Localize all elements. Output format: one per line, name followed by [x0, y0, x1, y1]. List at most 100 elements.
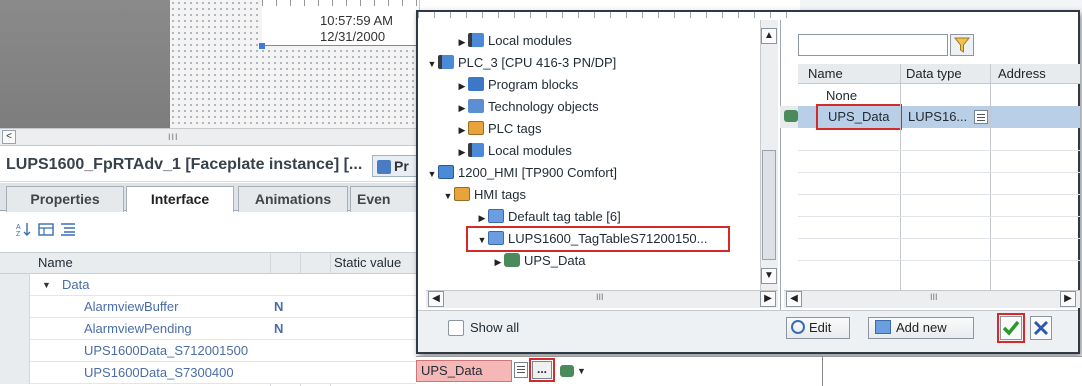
scroll-right-button[interactable]: ▶ [1060, 291, 1076, 307]
show-all-label[interactable]: Show all [470, 318, 519, 338]
tree-item-default-tag-table[interactable]: ▶ Default tag table [6] [476, 206, 621, 228]
show-all-checkbox[interactable] [448, 320, 464, 336]
table-row[interactable]: AlarmviewPending N [0, 318, 420, 340]
tag-field[interactable]: UPS_Data [416, 360, 512, 382]
table-row-label: AlarmviewPending [84, 321, 192, 336]
faceplate-title: LUPS1600_FpRTAdv_1 [Faceplate instance] … [0, 148, 420, 182]
collapse-arrow-icon[interactable]: ▼ [42, 274, 51, 296]
technology-icon [468, 99, 484, 113]
filter-button[interactable] [950, 34, 974, 56]
plc-tags-icon [468, 121, 484, 135]
scroll-grip[interactable]: III [168, 132, 179, 142]
variable-dropdown[interactable]: ▼ [560, 363, 588, 379]
tree-item-plc3[interactable]: ▼ PLC_3 [CPU 416-3 PN/DP] [426, 52, 616, 74]
scroll-thumb[interactable] [762, 150, 776, 260]
tree-item-label: Technology objects [488, 99, 599, 114]
tab-events[interactable]: Even [350, 186, 420, 212]
expand-arrow-icon[interactable]: ▶ [492, 251, 504, 273]
sort-icon[interactable]: A Z [16, 222, 32, 236]
confirm-button[interactable] [1000, 316, 1022, 340]
scroll-left-button[interactable]: ◀ [786, 291, 802, 307]
collapse-arrow-icon[interactable]: ▼ [426, 53, 438, 75]
tree-item-hmi-tags[interactable]: ▼ HMI tags [442, 184, 526, 206]
table-row[interactable]: UPS1600Data_S712001500 [0, 340, 420, 362]
edit-icon [791, 320, 805, 334]
tag-table-icon [488, 209, 504, 223]
tree-item-label: Program blocks [488, 77, 579, 92]
cancel-button[interactable] [1030, 316, 1052, 340]
scroll-grip[interactable]: III [930, 292, 938, 302]
clock-time: 10:57:59 AM [320, 13, 393, 28]
tab-animations[interactable]: Animations [238, 186, 348, 212]
tree-item-plc-tags[interactable]: ▶ PLC tags [456, 118, 541, 140]
table-row-label: AlarmviewBuffer [84, 299, 179, 314]
pane-divider[interactable] [780, 20, 781, 310]
tab-properties[interactable]: Properties [6, 186, 124, 212]
canvas-horizontal-scrollbar[interactable] [0, 128, 420, 146]
selection-handle[interactable] [259, 43, 265, 49]
expand-arrow-icon[interactable]: ▶ [456, 119, 468, 141]
tree-item-label: Default tag table [6] [508, 209, 621, 224]
tree-item-label: UPS_Data [524, 253, 586, 268]
add-section-icon[interactable] [38, 222, 54, 236]
list-view-icon[interactable] [60, 222, 76, 236]
add-new-icon [875, 320, 891, 334]
close-icon [1033, 320, 1049, 336]
edit-button[interactable]: Edit [786, 317, 850, 339]
scroll-up-button[interactable]: ▲ [761, 28, 777, 44]
scroll-down-button[interactable]: ▼ [761, 268, 777, 284]
tree-item-local-modules[interactable]: ▶ Local modules [456, 140, 572, 162]
tree-item-label: HMI tags [474, 187, 527, 202]
expand-arrow-icon[interactable]: ▶ [456, 31, 468, 53]
tree-item-program-blocks[interactable]: ▶ Program blocks [456, 74, 578, 96]
tree-item-lups-tag-table[interactable]: ▼ LUPS1600_TagTableS71200150... [476, 228, 708, 250]
hmi-tags-icon [454, 187, 470, 201]
properties-button-label: Pr [394, 158, 409, 174]
table-row[interactable]: UPS1600Data_S7300400 [0, 362, 420, 384]
row-gutter [0, 340, 30, 362]
list-icon[interactable] [514, 362, 528, 378]
expand-arrow-icon[interactable]: ▶ [456, 97, 468, 119]
filter-icon [953, 37, 971, 53]
filter-input[interactable] [798, 34, 948, 56]
ruler [262, 0, 420, 6]
tree-item-hmi-device[interactable]: ▼ 1200_HMI [TP900 Comfort] [426, 162, 617, 184]
program-blocks-icon [468, 77, 484, 91]
grid-line [798, 238, 1080, 239]
table-row-data[interactable]: ▼ Data [0, 274, 420, 296]
expand-arrow-icon[interactable]: ▶ [476, 207, 488, 229]
tree-item-technology-objects[interactable]: ▶ Technology objects [456, 96, 599, 118]
variable-icon [504, 253, 520, 267]
properties-button[interactable]: Pr [372, 155, 420, 177]
plc-icon [438, 55, 454, 69]
type-browse-icon[interactable] [974, 110, 988, 124]
expand-arrow-icon[interactable]: ▶ [456, 75, 468, 97]
table-row-label: Data [62, 277, 90, 292]
column-name[interactable]: Name [808, 64, 843, 84]
column-data-type[interactable]: Data type [906, 64, 962, 84]
scroll-right-button[interactable]: ▶ [760, 291, 776, 307]
expand-arrow-icon[interactable]: ▶ [456, 141, 468, 163]
scroll-grip[interactable]: III [596, 292, 604, 302]
tab-interface[interactable]: Interface [126, 186, 234, 213]
grid-line [798, 216, 1080, 217]
variable-icon [560, 365, 574, 377]
scroll-left-button[interactable]: < [2, 130, 16, 144]
table-row[interactable]: AlarmviewBuffer N [0, 296, 420, 318]
add-new-button[interactable]: Add new [868, 317, 974, 339]
scroll-left-button[interactable]: ◀ [428, 291, 444, 307]
list-item-none[interactable]: None [826, 86, 857, 106]
tree-item-ups-data[interactable]: ▶ UPS_Data [492, 250, 585, 272]
list-item-type: LUPS16... [908, 109, 968, 124]
column-divider [990, 64, 991, 84]
list-item-name[interactable]: UPS_Data [828, 107, 889, 127]
collapse-arrow-icon[interactable]: ▼ [426, 163, 438, 185]
grid-line [798, 260, 1080, 261]
row-gutter [0, 274, 30, 296]
tree-item-local-modules[interactable]: ▶ Local modules [456, 30, 572, 52]
clock-date: 12/31/2000 [320, 29, 386, 44]
column-address[interactable]: Address [998, 64, 1046, 84]
collapse-arrow-icon[interactable]: ▼ [442, 185, 454, 207]
browse-button[interactable]: ... [532, 361, 552, 379]
collapse-arrow-icon[interactable]: ▼ [476, 229, 488, 251]
